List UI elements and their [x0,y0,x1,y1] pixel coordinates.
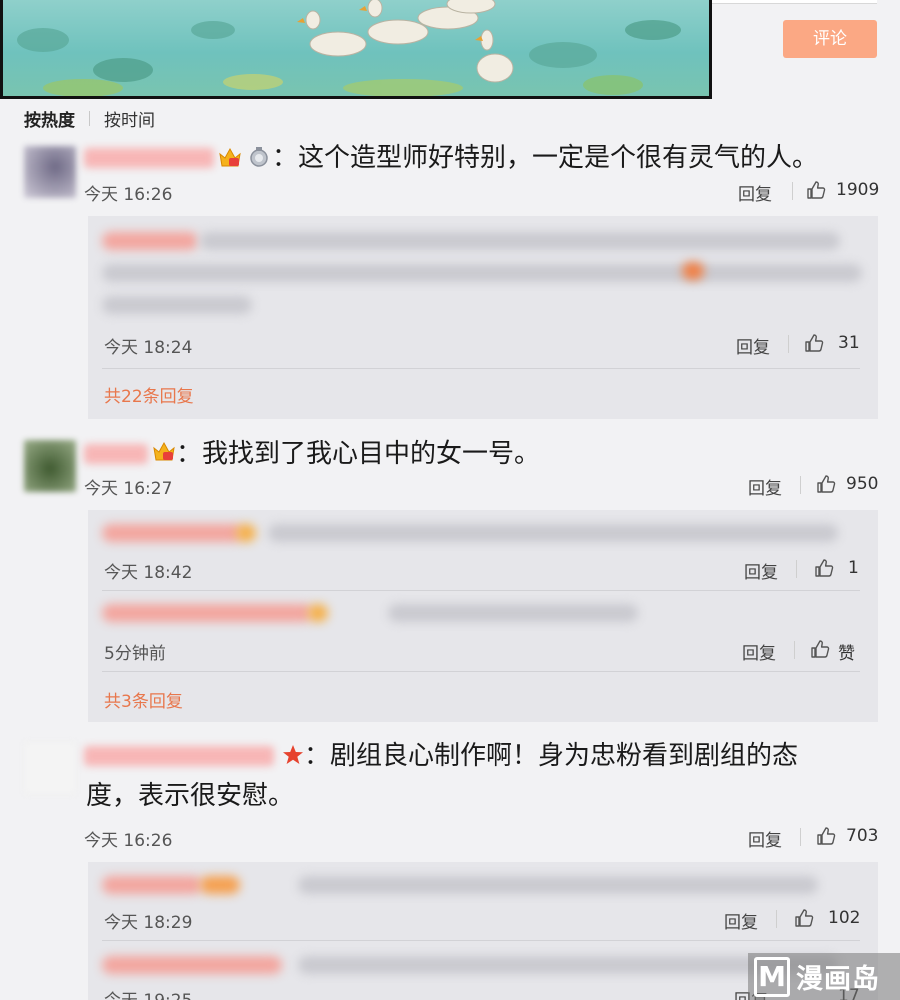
avatar[interactable] [24,440,76,492]
watermark-text: 漫画岛 [796,964,880,995]
like-count: 31 [838,333,860,353]
comment-text: ：剧组良心制作啊！身为忠粉看到剧组的态 [304,741,799,771]
blurred-reply-text [298,876,818,894]
thumb-up-icon[interactable] [816,826,836,846]
like-count: 102 [828,908,861,928]
watermark-logo: M 漫画岛 [748,953,900,1000]
star-icon [283,745,303,764]
divider [800,828,801,846]
divider [792,182,793,200]
more-replies-link[interactable]: 共22条回复 [104,382,194,407]
divider [796,560,797,578]
medal-icon [250,147,268,167]
crown-badge-icon [219,147,241,167]
comment-text: ：我找到了我心目中的女一号。 [176,439,541,469]
comment-time: 今天 16:26 [84,831,173,851]
username[interactable] [84,444,148,464]
comment-time: 今天 16:26 [84,185,173,205]
reply-time: 今天 18:29 [104,913,193,933]
comment-text: ：这个造型师好特别，一定是个很有灵气的人。 [272,143,819,173]
blurred-reply-text [102,232,198,250]
comment-text-continued: 度，表示很安慰。 [86,781,295,811]
like-count: 703 [846,826,879,846]
reply-time: 今天 18:24 [104,338,193,358]
avatar[interactable] [24,742,76,794]
divider [89,110,90,126]
blurred-reply-text [236,524,256,542]
reply-button[interactable]: 回复 [744,558,778,583]
blurred-reply-text [388,604,638,622]
reply-button[interactable]: 回复 [738,180,772,205]
thumb-up-icon[interactable] [810,639,830,659]
thumb-up-icon[interactable] [804,333,824,353]
sort-by-time-tab[interactable]: 按时间 [104,106,155,131]
like-count: 950 [846,474,879,494]
reply-button[interactable]: 回复 [748,826,782,851]
blurred-reply-text [102,956,282,974]
reply-button[interactable]: 回复 [742,639,776,664]
comment-input[interactable] [712,0,877,4]
sort-by-hot-tab[interactable]: 按热度 [24,106,75,131]
divider [102,940,860,941]
reply-time: 5分钟前 [104,644,166,664]
reply-thread: 今天 18:24 回复 31 共22条回复 [88,216,878,419]
reply-button[interactable]: 回复 [748,474,782,499]
sort-bar: 按热度 按时间 [24,106,155,131]
like-count: 1909 [836,180,880,200]
header-image [0,0,712,99]
username[interactable] [84,746,274,766]
divider [102,368,860,369]
username[interactable] [84,148,214,168]
like-label: 赞 [838,644,855,664]
divider [102,590,860,591]
reply-time: 今天 18:42 [104,563,193,583]
comment-time: 今天 16:27 [84,479,173,499]
reply-time: 今天 19:25 [104,986,192,1000]
submit-comment-button[interactable]: 评论 [783,20,877,58]
blurred-reply-text [682,262,704,280]
like-count: 1 [848,558,859,578]
blurred-reply-text [268,524,838,542]
blurred-reply-text [102,604,312,622]
avatar[interactable] [24,146,76,198]
divider [788,335,789,353]
reply-button[interactable]: 回复 [724,908,758,933]
blurred-reply-text [200,232,840,250]
blurred-reply-text [308,604,328,622]
thumb-up-icon[interactable] [806,180,826,200]
reply-thread: 今天 18:42 回复 1 5分钟前 回复 赞 共3条回复 [88,510,878,722]
more-replies-link[interactable]: 共3条回复 [104,687,183,712]
blurred-reply-text [102,264,862,282]
crown-badge-icon [153,441,175,461]
reply-button[interactable]: 回复 [736,333,770,358]
divider [102,671,860,672]
thumb-up-icon[interactable] [816,474,836,494]
watermark-mark: M [754,956,790,997]
divider [800,476,801,494]
divider [776,910,777,928]
thumb-up-icon[interactable] [814,558,834,578]
blurred-reply-text [102,876,202,894]
blurred-reply-text [200,876,240,894]
blurred-reply-text [102,296,252,314]
thumb-up-icon[interactable] [794,908,814,928]
divider [794,641,795,659]
blurred-reply-text [102,524,242,542]
